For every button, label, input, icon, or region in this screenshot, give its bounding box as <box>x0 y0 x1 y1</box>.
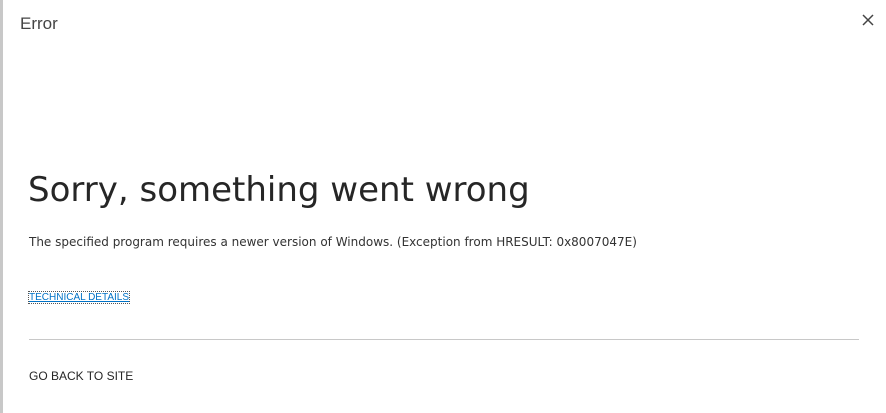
dialog-title: Error <box>20 14 58 33</box>
error-message: The specified program requires a newer v… <box>29 235 637 249</box>
close-button[interactable] <box>858 10 878 30</box>
divider <box>29 339 859 340</box>
close-icon[interactable] <box>862 14 874 26</box>
go-back-to-site-link[interactable]: GO BACK TO SITE <box>29 369 133 383</box>
error-dialog: Error Sorry, something went wrong The sp… <box>0 0 886 413</box>
dialog-left-border <box>0 0 3 413</box>
technical-details-link[interactable]: TECHNICAL DETAILS <box>27 291 131 304</box>
error-heading: Sorry, something went wrong <box>28 170 530 210</box>
